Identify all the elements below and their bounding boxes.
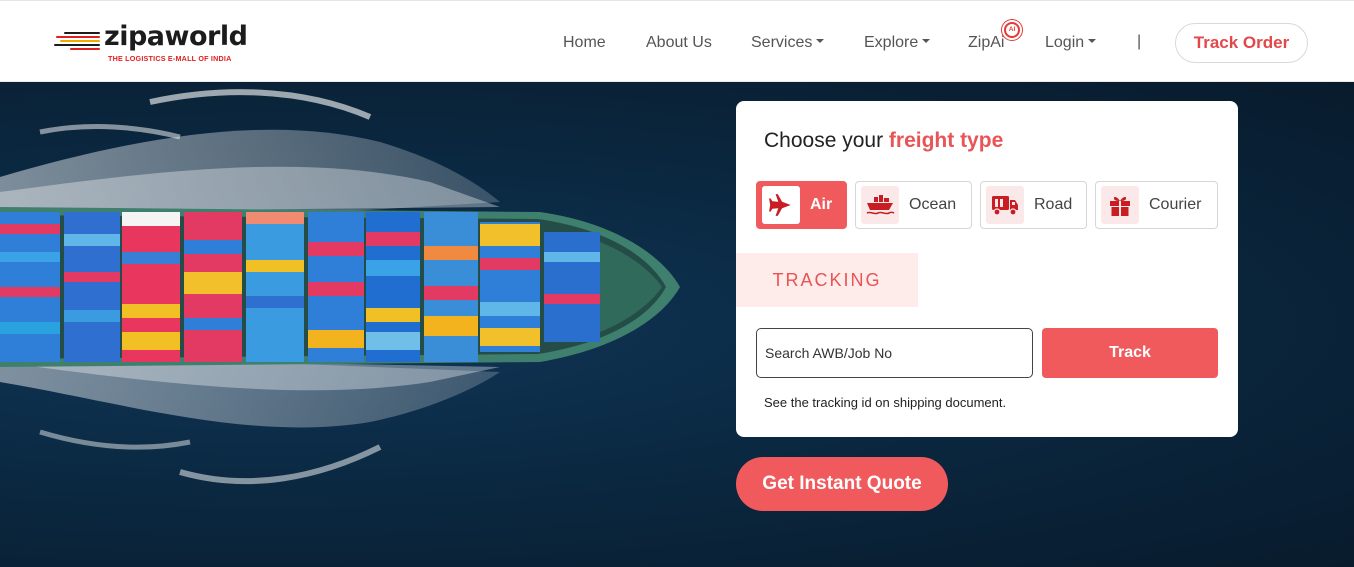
freight-type-label: Road (1034, 196, 1073, 213)
logo-wordmark: zipaworld (104, 21, 248, 52)
zipaworld-logo[interactable]: zipaworld THE LOGISTICS E-MALL OF INDIA (54, 21, 254, 65)
freight-type-label: Ocean (909, 196, 957, 213)
nav-zipai[interactable]: ZipAi (968, 33, 1004, 53)
freight-type-road[interactable]: Road (980, 181, 1087, 229)
nav-login[interactable]: Login (1045, 33, 1097, 53)
nav-login-label: Login (1045, 34, 1085, 51)
nav-about-us[interactable]: About Us (646, 33, 712, 53)
airplane-icon (762, 186, 800, 224)
freight-type-label: Air (810, 196, 833, 213)
chevron-down-icon (816, 38, 825, 43)
nav-explore[interactable]: Explore (864, 33, 931, 53)
nav-home[interactable]: Home (563, 33, 606, 53)
ai-badge-label: AI (1006, 24, 1018, 36)
nav-services-label: Services (751, 34, 813, 51)
ai-badge-icon: AI (1002, 20, 1022, 40)
site-header: zipaworld THE LOGISTICS E-MALL OF INDIA … (0, 0, 1354, 82)
nav-services[interactable]: Services (751, 33, 825, 53)
freight-type-courier[interactable]: Courier (1095, 181, 1218, 229)
freight-type-air[interactable]: Air (756, 181, 847, 229)
track-order-button[interactable]: Track Order (1175, 23, 1308, 63)
chevron-down-icon (922, 38, 931, 43)
freight-title-prefix: Choose your (764, 129, 889, 152)
ship-icon (861, 186, 899, 224)
track-button[interactable]: Track (1042, 328, 1218, 378)
get-instant-quote-button[interactable]: Get Instant Quote (736, 457, 948, 511)
truck-icon (986, 186, 1024, 224)
speed-lines-icon (54, 32, 102, 50)
freight-type-label: Courier (1149, 196, 1202, 213)
freight-title-accent: freight type (888, 129, 1004, 152)
awb-search-input[interactable] (756, 328, 1033, 378)
tab-tracking[interactable]: TRACKING (736, 253, 918, 307)
nav-explore-label: Explore (864, 34, 919, 51)
logo-tagline: THE LOGISTICS E-MALL OF INDIA (108, 54, 232, 63)
freight-card: Choose your freight type Air Ocean Road … (736, 101, 1238, 437)
freight-card-title: Choose your freight type (764, 129, 1003, 153)
chevron-down-icon (1088, 38, 1097, 43)
nav-separator: | (1137, 33, 1142, 50)
tracking-hint: See the tracking id on shipping document… (764, 395, 1007, 410)
gift-box-icon (1101, 186, 1139, 224)
freight-type-ocean[interactable]: Ocean (855, 181, 972, 229)
